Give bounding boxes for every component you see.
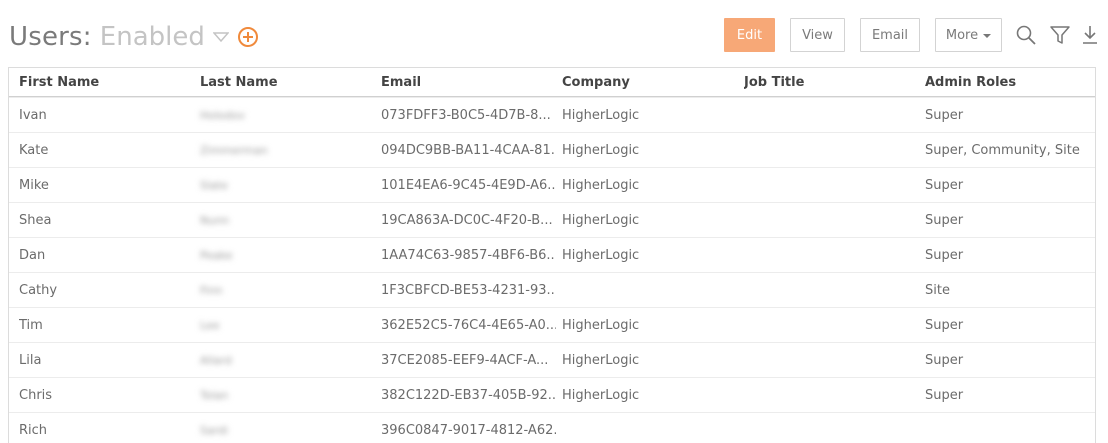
email-button-label: Email	[871, 27, 909, 43]
last-name-cell: Holodov	[200, 108, 246, 122]
table-header: First Name Last Name Email Company Job T…	[9, 68, 1095, 97]
column-header-job-title[interactable]: Job Title	[744, 68, 914, 96]
more-button-label: More	[945, 27, 979, 43]
toolbar: Edit View Email More	[0, 18, 1108, 52]
job-title-cell	[744, 98, 914, 132]
first-name-cell: Chris	[19, 387, 53, 403]
job-title-cell	[744, 168, 914, 202]
column-header-first-name[interactable]: First Name	[19, 68, 189, 96]
email-cell: 19CA863A-DC0C-4F20-B...	[381, 212, 553, 228]
last-name-cell: Sardi	[200, 423, 229, 437]
table-row[interactable]: Chris Tolan 382C122D-EB37-405B-92... Hig…	[9, 377, 1095, 412]
company-cell: HigherLogic	[562, 387, 640, 403]
column-header-last-name[interactable]: Last Name	[200, 68, 370, 96]
job-title-cell	[744, 203, 914, 237]
column-header-email[interactable]: Email	[381, 68, 556, 96]
admin-roles-cell: Super	[925, 387, 964, 403]
table-row[interactable]: Dan Peake 1AA74C63-9857-4BF6-B6... Highe…	[9, 237, 1095, 272]
admin-roles-cell: Super	[925, 212, 964, 228]
column-header-company[interactable]: Company	[562, 68, 732, 96]
search-icon[interactable]	[1015, 24, 1037, 46]
job-title-cell	[744, 308, 914, 342]
first-name-cell: Dan	[19, 247, 46, 263]
admin-roles-cell: Site	[925, 282, 950, 298]
first-name-cell: Shea	[19, 212, 52, 228]
job-title-cell	[744, 343, 914, 377]
last-name-cell: Nunn	[200, 213, 230, 227]
view-button[interactable]: View	[790, 18, 845, 52]
table-row[interactable]: Lila Allard 37CE2085-EEF9-4ACF-A... High…	[9, 342, 1095, 377]
company-cell: HigherLogic	[562, 142, 640, 158]
last-name-cell: Allard	[200, 353, 232, 367]
first-name-cell: Ivan	[19, 107, 47, 123]
table-row[interactable]: Tim Lee 362E52C5-76C4-4E65-A0... HigherL…	[9, 307, 1095, 342]
first-name-cell: Cathy	[19, 282, 58, 298]
table-row[interactable]: Cathy Finn 1F3CBFCD-BE53-4231-93... Site	[9, 272, 1095, 307]
column-header-admin-roles[interactable]: Admin Roles	[925, 68, 1095, 96]
job-title-cell	[744, 378, 914, 412]
first-name-cell: Lila	[19, 352, 42, 368]
job-title-cell	[744, 413, 914, 443]
email-cell: 1F3CBFCD-BE53-4231-93...	[381, 282, 556, 298]
download-icon[interactable]	[1080, 24, 1102, 46]
email-button[interactable]: Email	[860, 18, 920, 52]
admin-roles-cell: Super, Community, Site	[925, 142, 1080, 158]
email-cell: 073FDFF3-B0C5-4D7B-8...	[381, 107, 551, 123]
company-cell	[562, 273, 732, 307]
job-title-cell	[744, 238, 914, 272]
table-row[interactable]: Rich Sardi 396C0847-9017-4812-A62...	[9, 412, 1095, 443]
admin-roles-cell	[925, 413, 1095, 443]
email-cell: 382C122D-EB37-405B-92...	[381, 387, 556, 403]
last-name-cell: Finn	[200, 283, 223, 297]
users-table: First Name Last Name Email Company Job T…	[8, 67, 1096, 443]
job-title-cell	[744, 133, 914, 167]
admin-roles-cell: Super	[925, 317, 964, 333]
admin-roles-cell: Super	[925, 247, 964, 263]
admin-roles-cell: Super	[925, 352, 964, 368]
last-name-cell: Tolan	[200, 388, 229, 402]
table-row[interactable]: Shea Nunn 19CA863A-DC0C-4F20-B... Higher…	[9, 202, 1095, 237]
first-name-cell: Mike	[19, 177, 49, 193]
edit-button[interactable]: Edit	[724, 18, 775, 52]
admin-roles-cell: Super	[925, 107, 964, 123]
email-cell: 1AA74C63-9857-4BF6-B6...	[381, 247, 556, 263]
last-name-cell: Lee	[200, 318, 220, 332]
company-cell: HigherLogic	[562, 247, 640, 263]
more-button[interactable]: More	[935, 18, 1002, 52]
company-cell: HigherLogic	[562, 177, 640, 193]
job-title-cell	[744, 273, 914, 307]
email-cell: 094DC9BB-BA11-4CAA-81...	[381, 142, 556, 158]
email-cell: 37CE2085-EEF9-4ACF-A...	[381, 352, 549, 368]
email-cell: 101E4EA6-9C45-4E9D-A6...	[381, 177, 556, 193]
company-cell: HigherLogic	[562, 212, 640, 228]
caret-down-icon	[983, 33, 992, 38]
company-cell: HigherLogic	[562, 107, 640, 123]
first-name-cell: Kate	[19, 142, 49, 158]
email-cell: 396C0847-9017-4812-A62...	[381, 422, 556, 438]
company-cell	[562, 413, 732, 443]
last-name-cell: Peake	[200, 248, 233, 262]
table-row[interactable]: Ivan Holodov 073FDFF3-B0C5-4D7B-8... Hig…	[9, 97, 1095, 132]
table-row[interactable]: Kate Zimmerman 094DC9BB-BA11-4CAA-81... …	[9, 132, 1095, 167]
view-button-label: View	[802, 27, 833, 43]
table-row[interactable]: Mike Slate 101E4EA6-9C45-4E9D-A6... High…	[9, 167, 1095, 202]
edit-button-label: Edit	[736, 27, 763, 43]
email-cell: 362E52C5-76C4-4E65-A0...	[381, 317, 556, 333]
first-name-cell: Tim	[19, 317, 43, 333]
first-name-cell: Rich	[19, 422, 48, 438]
filter-icon[interactable]	[1049, 24, 1071, 46]
admin-roles-cell: Super	[925, 177, 964, 193]
company-cell: HigherLogic	[562, 352, 640, 368]
company-cell: HigherLogic	[562, 317, 640, 333]
users-page: Users: Enabled Edit View Email More Firs…	[0, 0, 1108, 443]
last-name-cell: Zimmerman	[200, 143, 268, 157]
last-name-cell: Slate	[200, 178, 228, 192]
